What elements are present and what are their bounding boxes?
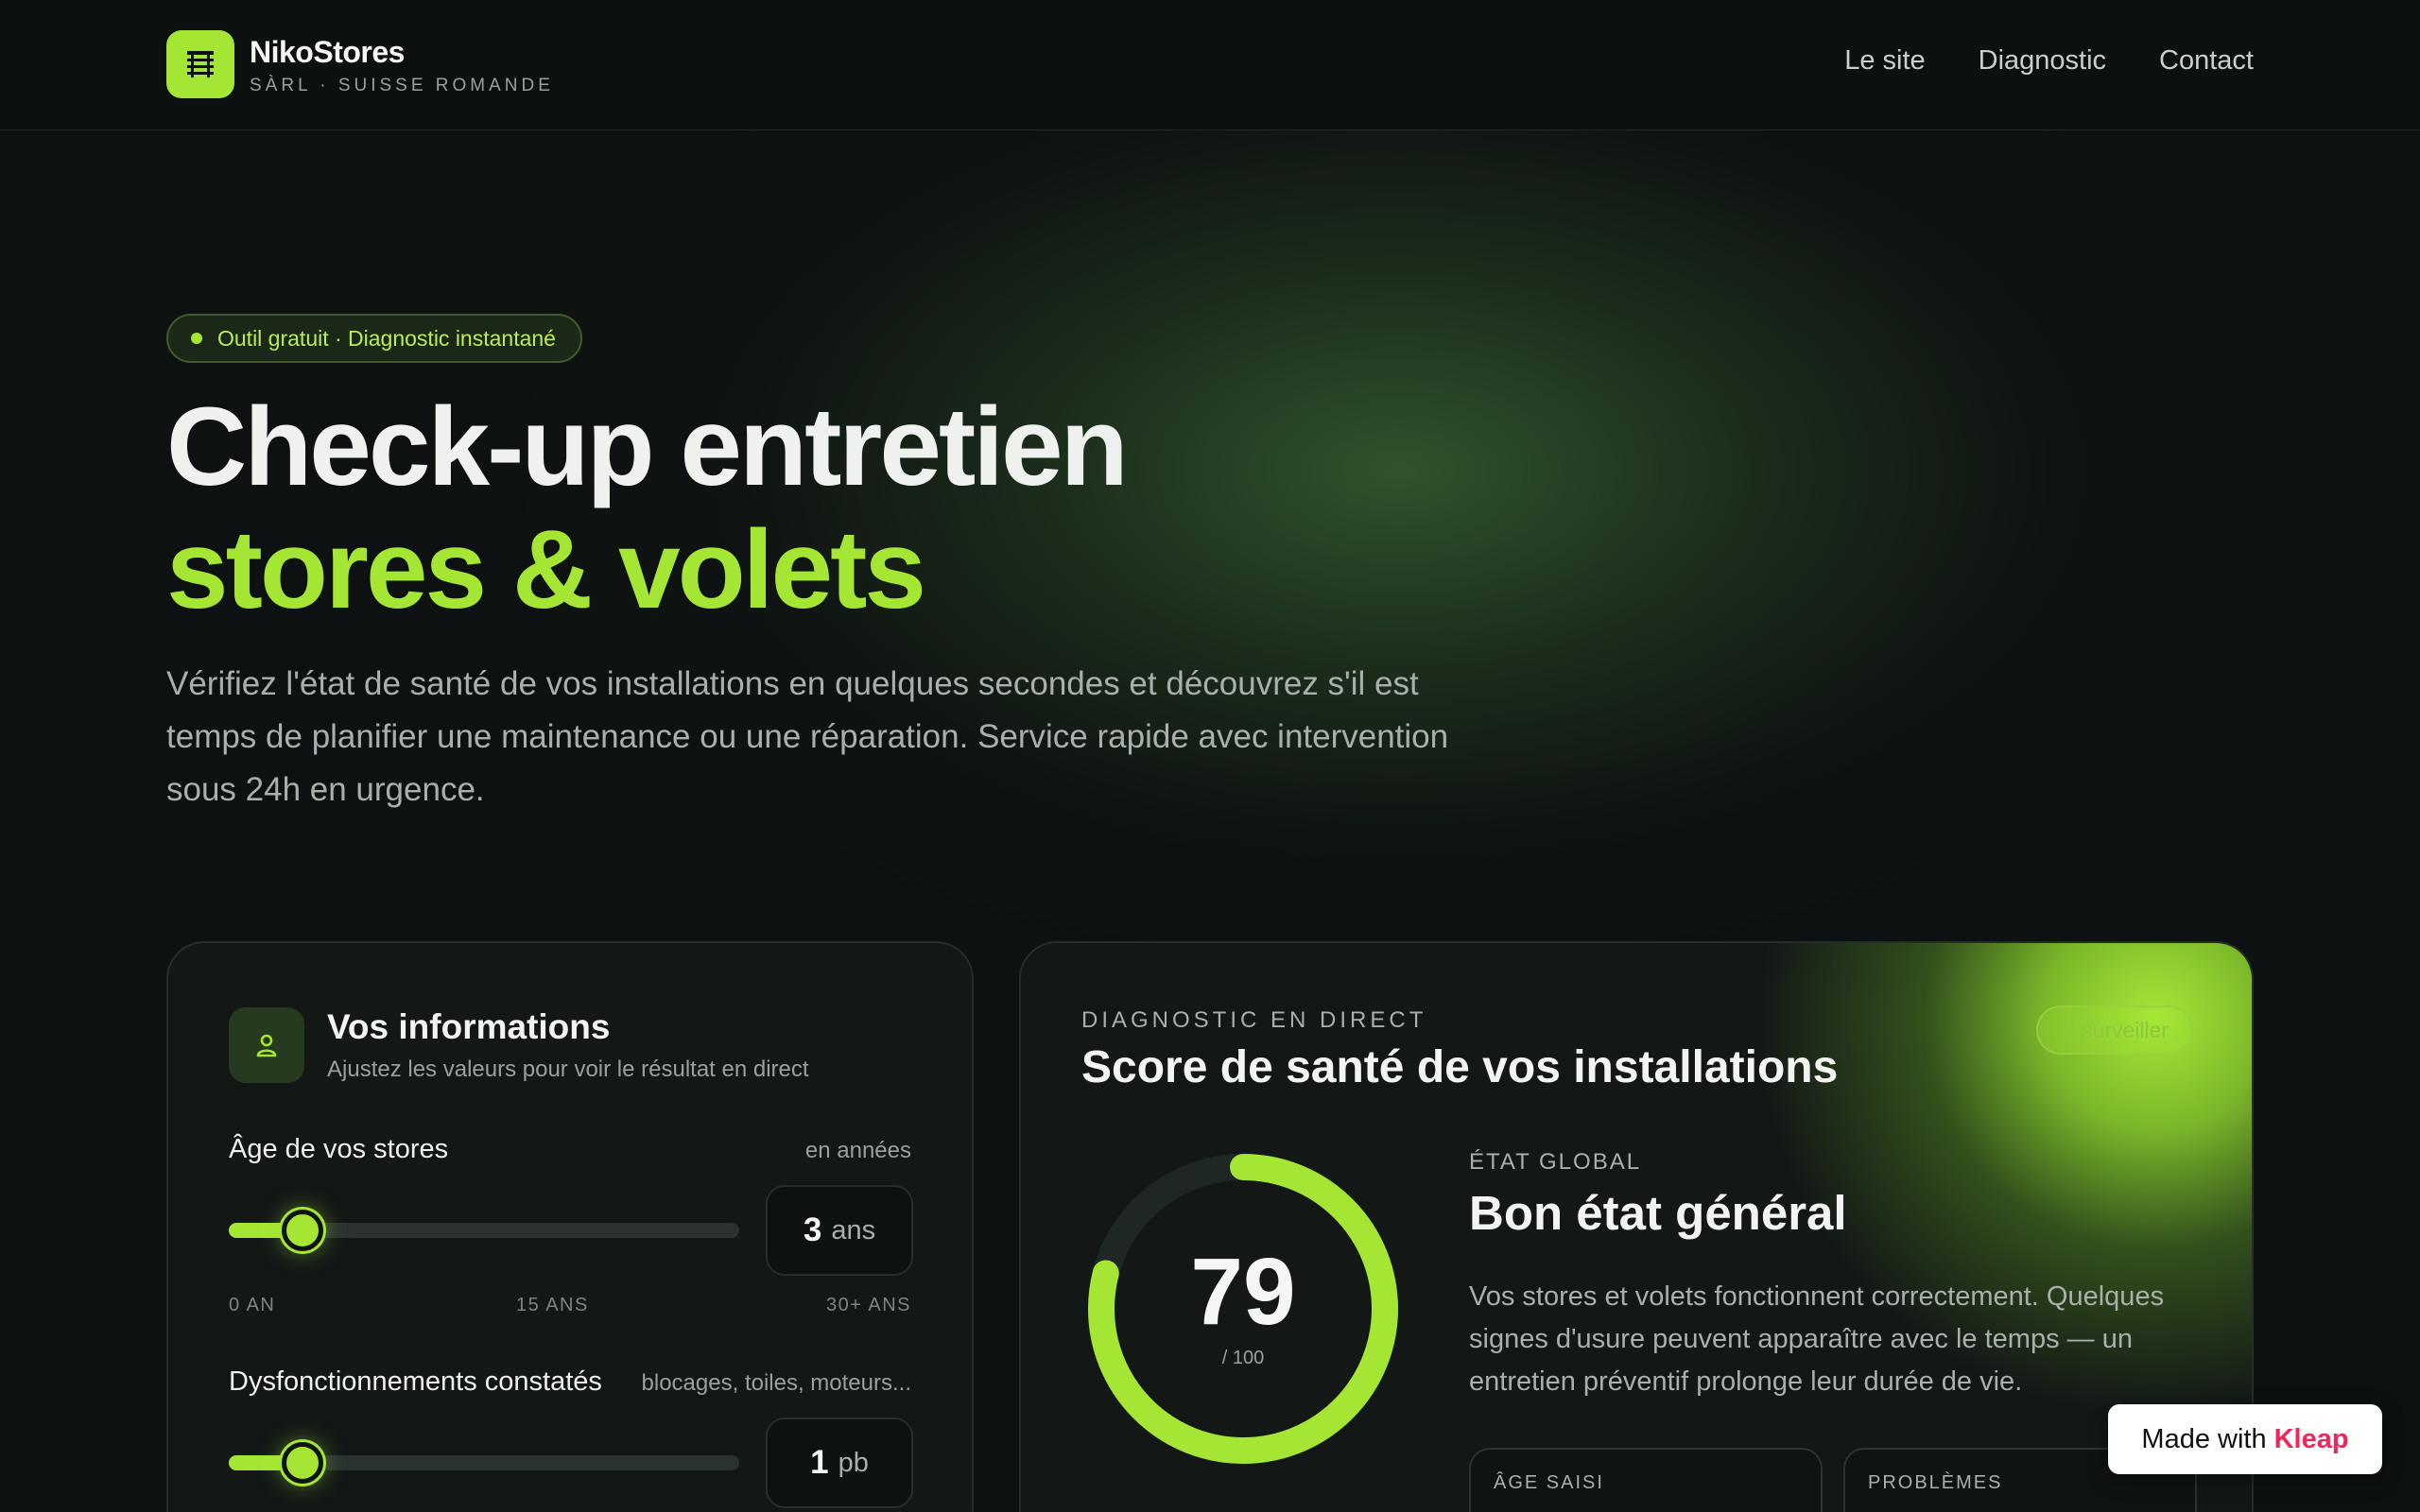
logo[interactable] bbox=[166, 30, 234, 98]
issues-slider-fill bbox=[229, 1455, 289, 1470]
pill-text: Outil gratuit · Diagnostic instantané bbox=[217, 325, 556, 351]
issues-value-box[interactable]: 1 pb bbox=[766, 1418, 913, 1508]
title-line-2: stores & volets bbox=[166, 507, 926, 632]
state-description: Vos stores et volets fonctionnent correc… bbox=[1469, 1281, 2165, 1397]
store-shutter-icon bbox=[187, 51, 214, 77]
score-eyebrow: DIAGNOSTIC EN DIRECT bbox=[1081, 1007, 1427, 1033]
age-hint: en années bbox=[804, 1138, 911, 1163]
hero-pill-badge: Outil gratuit · Diagnostic instantané bbox=[166, 314, 582, 363]
age-slider-fill bbox=[229, 1223, 289, 1238]
brand-subtitle: SÀRL · SUISSE ROMANDE bbox=[250, 76, 554, 95]
kleap-prefix: Made with bbox=[2141, 1423, 2267, 1454]
score-title: Score de santé de vos installations bbox=[1081, 1042, 1839, 1092]
age-tick-mid: 15 ANS bbox=[516, 1295, 589, 1315]
hero-lead: Vérifiez l'état de santé de vos installa… bbox=[166, 665, 1449, 808]
issues-slider[interactable] bbox=[229, 1442, 739, 1484]
user-icon bbox=[256, 1034, 277, 1057]
age-tick-max: 30+ ANS bbox=[825, 1295, 911, 1315]
kleap-brand: Kleap bbox=[2273, 1423, 2349, 1454]
made-with-kleap-badge[interactable]: Made with Kleap bbox=[2108, 1404, 2382, 1474]
title-line-1: Check-up entretien bbox=[166, 385, 1129, 509]
age-slider-thumb[interactable] bbox=[282, 1210, 323, 1251]
nav-link-le-site[interactable]: Le site bbox=[1844, 45, 1925, 77]
age-label: Âge de vos stores bbox=[229, 1134, 449, 1164]
score-max: / 100 bbox=[1221, 1348, 1265, 1368]
info-card: Vos informations Ajustez les valeurs pou… bbox=[166, 941, 974, 1512]
score-value: 79 bbox=[1190, 1239, 1296, 1345]
info-icon-box bbox=[229, 1007, 304, 1083]
brand-name[interactable]: NikoStores bbox=[250, 35, 405, 70]
state-eyebrow: ÉTAT GLOBAL bbox=[1469, 1149, 1642, 1175]
issues-label: Dysfonctionnements constatés bbox=[229, 1366, 602, 1397]
age-tick-min: 0 AN bbox=[229, 1295, 276, 1315]
age-slider[interactable] bbox=[229, 1210, 739, 1251]
age-summary-tile: ÂGE SAISI bbox=[1469, 1448, 1823, 1512]
issues-value: 1 bbox=[810, 1444, 829, 1481]
age-value-box[interactable]: 3 ans bbox=[766, 1185, 913, 1276]
site-header: NikoStores SÀRL · SUISSE ROMANDE Le site… bbox=[0, 0, 2420, 130]
score-gauge: 79 / 100 bbox=[1081, 1147, 1405, 1470]
issues-slider-thumb[interactable] bbox=[282, 1442, 323, 1484]
state-title: Bon état général bbox=[1469, 1186, 1847, 1240]
status-badge: À surveiller bbox=[2036, 1005, 2193, 1055]
nav-link-contact[interactable]: Contact bbox=[2159, 45, 2254, 77]
age-value: 3 bbox=[803, 1211, 822, 1248]
issues-summary-label: PROBLÈMES bbox=[1868, 1472, 2003, 1493]
issues-hint: blocages, toiles, moteurs... bbox=[641, 1370, 911, 1396]
status-dot bbox=[191, 333, 202, 344]
score-card: DIAGNOSTIC EN DIRECT Score de santé de v… bbox=[1019, 941, 2254, 1512]
issues-unit: pb bbox=[838, 1447, 869, 1478]
info-card-subtitle: Ajustez les valeurs pour voir le résulta… bbox=[327, 1057, 809, 1082]
page-title: Check-up entretien stores & volets bbox=[166, 385, 1129, 632]
info-card-title: Vos informations bbox=[327, 1007, 611, 1046]
age-summary-label: ÂGE SAISI bbox=[1494, 1472, 1604, 1493]
nav-link-diagnostic[interactable]: Diagnostic bbox=[1979, 45, 2106, 77]
main-nav: Le site Diagnostic Contact bbox=[1844, 45, 2254, 77]
age-unit: ans bbox=[831, 1214, 876, 1246]
